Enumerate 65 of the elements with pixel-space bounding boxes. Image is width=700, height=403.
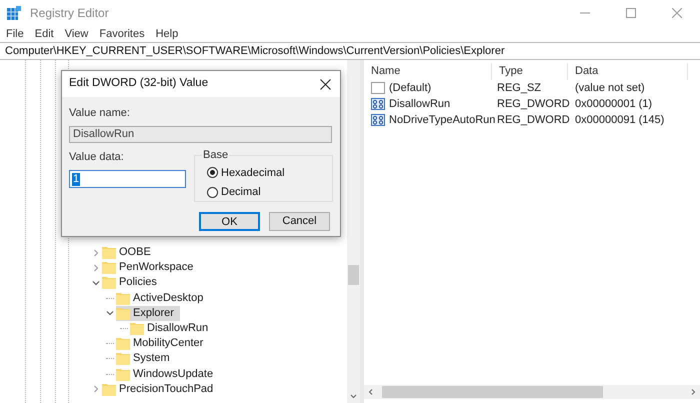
value-data: 0x00000001 (1) <box>574 96 654 112</box>
tree-item[interactable]: Policies <box>102 275 163 290</box>
radio-label[interactable]: Hexadecimal <box>221 164 285 181</box>
registry-app-icon <box>7 6 21 20</box>
folder-icon <box>116 292 130 305</box>
tree-item[interactable]: PenWorkspace <box>102 260 200 276</box>
tree-item[interactable]: MobilityCenter <box>116 336 210 352</box>
tree-item[interactable]: DisallowRun <box>130 321 214 336</box>
address-bar[interactable]: Computer\HKEY_CURRENT_USER\SOFTWARE\Microsoft\Windows\CurrentVersion\Policies\Explorer <box>0 42 700 60</box>
chevron-right-icon[interactable] <box>92 264 100 272</box>
field-label: Value name: <box>69 106 131 121</box>
menu-item[interactable]: Edit <box>34 26 54 42</box>
menu-item[interactable]: Favorites <box>99 26 145 42</box>
column-header[interactable]: Data <box>568 63 688 80</box>
column-header[interactable]: Type <box>492 63 568 80</box>
field-label: Value data: <box>69 150 125 164</box>
radio-button[interactable] <box>207 167 218 178</box>
folder-icon <box>116 337 130 350</box>
window-title: Registry Editor <box>30 5 109 22</box>
value-name-field[interactable]: DisallowRun <box>69 126 332 142</box>
binary-value-icon <box>371 114 385 126</box>
horizontal-scrollbar[interactable] <box>364 385 700 399</box>
scroll-thumb[interactable] <box>382 386 603 398</box>
folder-icon <box>116 368 130 381</box>
chevron-right-icon[interactable] <box>92 248 100 257</box>
folder-icon <box>116 352 130 366</box>
tree-item[interactable]: ActiveDesktop <box>116 290 210 306</box>
close-icon <box>672 8 682 18</box>
tree-item[interactable]: System <box>116 351 176 366</box>
close-icon <box>320 78 330 90</box>
string-value-icon <box>371 82 385 94</box>
radio-label[interactable]: Decimal <box>221 184 261 200</box>
value-type: REG_DWORD <box>496 96 568 112</box>
chevron-down-icon[interactable] <box>92 278 100 287</box>
chevron-right-icon[interactable] <box>92 385 100 394</box>
value-data: (value not set) <box>574 80 646 96</box>
tree-item[interactable]: WindowsUpdate <box>116 366 220 382</box>
value-name[interactable]: (Default) <box>389 80 432 96</box>
menu-item[interactable]: Help <box>156 26 178 42</box>
folder-icon <box>130 322 144 336</box>
folder-icon <box>116 306 130 320</box>
scroll-thumb[interactable] <box>348 265 359 285</box>
dialog-title: Edit DWORD (32-bit) Value <box>69 76 208 92</box>
value-name[interactable]: NoDriveTypeAutoRun <box>389 112 496 128</box>
value-data-field[interactable]: 1 <box>69 170 186 188</box>
folder-icon <box>102 246 116 260</box>
folder-icon <box>102 261 116 274</box>
folder-icon <box>102 276 116 290</box>
value-type: REG_SZ <box>496 80 542 96</box>
folder-icon <box>102 382 116 396</box>
tree-item[interactable]: OOBE <box>102 245 157 260</box>
dialog-button[interactable]: OK <box>199 212 260 230</box>
radio-button[interactable] <box>207 186 218 198</box>
dialog-button[interactable]: Cancel <box>269 212 330 230</box>
menu-item[interactable]: File <box>6 26 24 42</box>
value-name[interactable]: DisallowRun <box>389 96 450 112</box>
tree-item[interactable]: PrecisionTouchPad <box>102 382 220 397</box>
column-header[interactable]: Name <box>364 63 492 80</box>
maximize-icon <box>626 8 636 18</box>
chevron-down-icon[interactable] <box>106 309 114 318</box>
menu-item[interactable]: View <box>64 26 88 42</box>
vertical-scrollbar[interactable] <box>347 60 360 403</box>
value-data: 0x00000091 (145) <box>574 112 666 128</box>
binary-value-icon <box>371 98 385 110</box>
tree-item[interactable]: Explorer <box>116 306 180 321</box>
